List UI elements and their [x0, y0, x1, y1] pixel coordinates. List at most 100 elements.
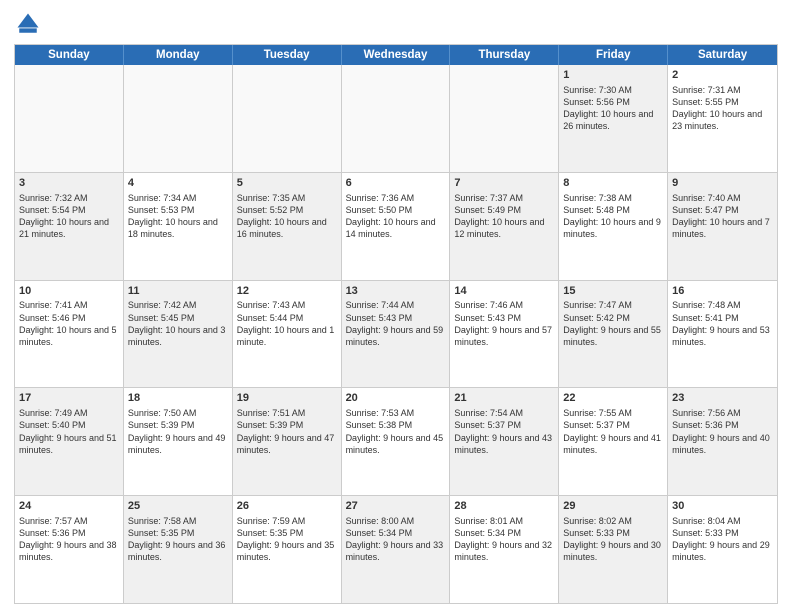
- day-number: 28: [454, 499, 554, 514]
- day-number: 24: [19, 499, 119, 514]
- calendar-cell: 30 Sunrise: 8:04 AM Sunset: 5:33 PM Dayli…: [668, 496, 777, 603]
- day-info: Sunrise: 8:04 AM Sunset: 5:33 PM Dayligh…: [672, 516, 770, 562]
- day-info: Sunrise: 7:56 AM Sunset: 5:36 PM Dayligh…: [672, 408, 770, 454]
- day-info: Sunrise: 7:35 AM Sunset: 5:52 PM Dayligh…: [237, 193, 327, 239]
- calendar-cell: 22Sunrise: 7:55 AM Sunset: 5:37 PM Dayli…: [559, 388, 668, 495]
- calendar-cell: 28 Sunrise: 8:01 AM Sunset: 5:34 PM Dayli…: [450, 496, 559, 603]
- calendar-cell: 19Sunrise: 7:51 AM Sunset: 5:39 PM Dayli…: [233, 388, 342, 495]
- day-info: Sunrise: 7:41 AM Sunset: 5:46 PM Dayligh…: [19, 300, 117, 346]
- day-number: 29: [563, 499, 663, 514]
- day-info: Sunrise: 7:48 AM Sunset: 5:41 PM Dayligh…: [672, 300, 770, 346]
- calendar-cell: 12Sunrise: 7:43 AM Sunset: 5:44 PM Dayli…: [233, 281, 342, 388]
- day-info: Sunrise: 7:51 AM Sunset: 5:39 PM Dayligh…: [237, 408, 335, 454]
- calendar-cell: 29 Sunrise: 8:02 AM Sunset: 5:33 PM Dayli…: [559, 496, 668, 603]
- day-info: Sunrise: 7:50 AM Sunset: 5:39 PM Dayligh…: [128, 408, 226, 454]
- calendar-body: 1 Sunrise: 7:30 AM Sunset: 5:56 PM Daylig…: [15, 65, 777, 603]
- day-info: Sunrise: 7:47 AM Sunset: 5:42 PM Dayligh…: [563, 300, 661, 346]
- day-info: Sunrise: 7:59 AM Sunset: 5:35 PM Dayligh…: [237, 516, 335, 562]
- day-info: Sunrise: 7:43 AM Sunset: 5:44 PM Dayligh…: [237, 300, 335, 346]
- calendar: SundayMondayTuesdayWednesdayThursdayFrid…: [14, 44, 778, 604]
- day-number: 14: [454, 284, 554, 299]
- calendar-cell: [233, 65, 342, 172]
- day-number: 9: [672, 176, 773, 191]
- calendar-cell: 26 Sunrise: 7:59 AM Sunset: 5:35 PM Dayli…: [233, 496, 342, 603]
- day-number: 2: [672, 68, 773, 83]
- day-number: 23: [672, 391, 773, 406]
- calendar-cell: 14Sunrise: 7:46 AM Sunset: 5:43 PM Dayli…: [450, 281, 559, 388]
- day-info: Sunrise: 8:00 AM Sunset: 5:34 PM Dayligh…: [346, 516, 444, 562]
- calendar-cell: 8Sunrise: 7:38 AM Sunset: 5:48 PM Daylig…: [559, 173, 668, 280]
- calendar-header-row: SundayMondayTuesdayWednesdayThursdayFrid…: [15, 45, 777, 65]
- calendar-week: 1 Sunrise: 7:30 AM Sunset: 5:56 PM Daylig…: [15, 65, 777, 173]
- day-number: 25: [128, 499, 228, 514]
- calendar-cell: 13Sunrise: 7:44 AM Sunset: 5:43 PM Dayli…: [342, 281, 451, 388]
- day-info: Sunrise: 7:44 AM Sunset: 5:43 PM Dayligh…: [346, 300, 444, 346]
- day-info: Sunrise: 7:42 AM Sunset: 5:45 PM Dayligh…: [128, 300, 226, 346]
- day-number: 27: [346, 499, 446, 514]
- day-number: 20: [346, 391, 446, 406]
- day-number: 1: [563, 68, 663, 83]
- day-info: Sunrise: 8:02 AM Sunset: 5:33 PM Dayligh…: [563, 516, 661, 562]
- calendar-header-cell: Sunday: [15, 45, 124, 65]
- day-number: 15: [563, 284, 663, 299]
- day-number: 26: [237, 499, 337, 514]
- calendar-cell: 17 Sunrise: 7:49 AM Sunset: 5:40 PM Dayli…: [15, 388, 124, 495]
- day-number: 17: [19, 391, 119, 406]
- day-info: Sunrise: 7:54 AM Sunset: 5:37 PM Dayligh…: [454, 408, 552, 454]
- calendar-cell: 4Sunrise: 7:34 AM Sunset: 5:53 PM Daylig…: [124, 173, 233, 280]
- calendar-cell: 7 Sunrise: 7:37 AM Sunset: 5:49 PM Daylig…: [450, 173, 559, 280]
- day-number: 6: [346, 176, 446, 191]
- logo: [14, 10, 46, 38]
- day-number: 16: [672, 284, 773, 299]
- calendar-cell: [450, 65, 559, 172]
- calendar-cell: 6 Sunrise: 7:36 AM Sunset: 5:50 PM Daylig…: [342, 173, 451, 280]
- calendar-cell: [342, 65, 451, 172]
- calendar-week: 24 Sunrise: 7:57 AM Sunset: 5:36 PM Dayli…: [15, 496, 777, 603]
- logo-icon: [14, 10, 42, 38]
- calendar-header-cell: Tuesday: [233, 45, 342, 65]
- day-info: Sunrise: 7:46 AM Sunset: 5:43 PM Dayligh…: [454, 300, 552, 346]
- calendar-cell: 16Sunrise: 7:48 AM Sunset: 5:41 PM Dayli…: [668, 281, 777, 388]
- calendar-cell: 27 Sunrise: 8:00 AM Sunset: 5:34 PM Dayli…: [342, 496, 451, 603]
- day-info: Sunrise: 8:01 AM Sunset: 5:34 PM Dayligh…: [454, 516, 552, 562]
- calendar-cell: 9Sunrise: 7:40 AM Sunset: 5:47 PM Daylig…: [668, 173, 777, 280]
- calendar-cell: 2 Sunrise: 7:31 AM Sunset: 5:55 PM Daylig…: [668, 65, 777, 172]
- day-info: Sunrise: 7:49 AM Sunset: 5:40 PM Dayligh…: [19, 408, 117, 454]
- calendar-cell: 1 Sunrise: 7:30 AM Sunset: 5:56 PM Daylig…: [559, 65, 668, 172]
- day-info: Sunrise: 7:32 AM Sunset: 5:54 PM Dayligh…: [19, 193, 109, 239]
- day-info: Sunrise: 7:53 AM Sunset: 5:38 PM Dayligh…: [346, 408, 444, 454]
- calendar-week: 3 Sunrise: 7:32 AM Sunset: 5:54 PM Daylig…: [15, 173, 777, 281]
- calendar-week: 10Sunrise: 7:41 AM Sunset: 5:46 PM Dayli…: [15, 281, 777, 389]
- day-number: 5: [237, 176, 337, 191]
- day-number: 3: [19, 176, 119, 191]
- calendar-cell: 20 Sunrise: 7:53 AM Sunset: 5:38 PM Dayli…: [342, 388, 451, 495]
- page: SundayMondayTuesdayWednesdayThursdayFrid…: [0, 0, 792, 612]
- calendar-cell: 5 Sunrise: 7:35 AM Sunset: 5:52 PM Daylig…: [233, 173, 342, 280]
- day-number: 21: [454, 391, 554, 406]
- day-info: Sunrise: 7:36 AM Sunset: 5:50 PM Dayligh…: [346, 193, 436, 239]
- calendar-cell: 15Sunrise: 7:47 AM Sunset: 5:42 PM Dayli…: [559, 281, 668, 388]
- calendar-cell: [15, 65, 124, 172]
- day-info: Sunrise: 7:30 AM Sunset: 5:56 PM Dayligh…: [563, 85, 653, 131]
- day-info: Sunrise: 7:31 AM Sunset: 5:55 PM Dayligh…: [672, 85, 762, 131]
- calendar-header-cell: Saturday: [668, 45, 777, 65]
- calendar-cell: [124, 65, 233, 172]
- header: [14, 10, 778, 38]
- calendar-cell: 3 Sunrise: 7:32 AM Sunset: 5:54 PM Daylig…: [15, 173, 124, 280]
- day-number: 7: [454, 176, 554, 191]
- day-number: 4: [128, 176, 228, 191]
- day-info: Sunrise: 7:38 AM Sunset: 5:48 PM Dayligh…: [563, 193, 661, 239]
- day-info: Sunrise: 7:57 AM Sunset: 5:36 PM Dayligh…: [19, 516, 117, 562]
- day-info: Sunrise: 7:37 AM Sunset: 5:49 PM Dayligh…: [454, 193, 544, 239]
- calendar-week: 17 Sunrise: 7:49 AM Sunset: 5:40 PM Dayli…: [15, 388, 777, 496]
- calendar-cell: 10Sunrise: 7:41 AM Sunset: 5:46 PM Dayli…: [15, 281, 124, 388]
- calendar-cell: 21 Sunrise: 7:54 AM Sunset: 5:37 PM Dayli…: [450, 388, 559, 495]
- day-number: 30: [672, 499, 773, 514]
- day-number: 22: [563, 391, 663, 406]
- calendar-header-cell: Wednesday: [342, 45, 451, 65]
- calendar-header-cell: Thursday: [450, 45, 559, 65]
- calendar-cell: 18Sunrise: 7:50 AM Sunset: 5:39 PM Dayli…: [124, 388, 233, 495]
- calendar-header-cell: Monday: [124, 45, 233, 65]
- day-number: 12: [237, 284, 337, 299]
- calendar-cell: 24 Sunrise: 7:57 AM Sunset: 5:36 PM Dayli…: [15, 496, 124, 603]
